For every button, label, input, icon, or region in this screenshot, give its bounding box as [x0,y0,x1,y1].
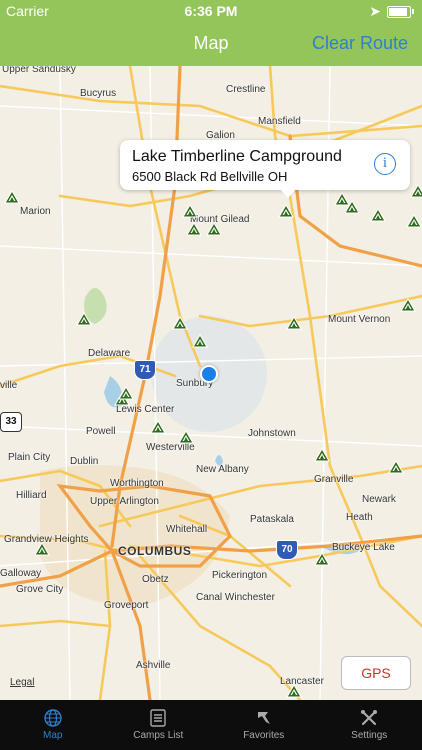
place-label: Pataskala [250,514,294,525]
tab-settings[interactable]: Settings [317,700,422,750]
user-location-dot [200,365,218,383]
place-label: ville [0,380,18,391]
place-label: Marion [20,206,51,217]
favorites-icon [257,712,270,724]
tab-map[interactable]: Map [0,700,106,750]
campground-marker-icon[interactable] [400,298,416,312]
place-label: Heath [346,512,373,523]
legal-link[interactable]: Legal [10,677,34,688]
callout-pointer [280,189,296,198]
campground-marker-icon[interactable] [206,222,222,236]
place-label: Plain City [8,452,51,463]
campground-marker-icon[interactable] [286,316,302,330]
interstate-shield-71: 71 [134,360,156,380]
campground-marker-icon[interactable] [186,222,202,236]
place-label: New Albany [196,464,249,475]
place-label: Ashville [136,660,171,671]
place-label: Dublin [70,456,99,467]
place-label: Worthington [110,478,164,489]
tab-label: Camps List [133,730,184,741]
place-label: Obetz [142,574,169,585]
campground-marker-icon[interactable] [150,420,166,434]
campground-marker-icon[interactable] [34,542,50,556]
place-label: Upper Arlington [90,496,159,507]
status-time: 6:36 PM [184,3,238,19]
tab-camps-list[interactable]: Camps List [106,700,212,750]
place-label: COLUMBUS [118,544,192,558]
place-label: Buckeye Lake [332,542,395,553]
campground-marker-icon[interactable] [76,312,92,326]
place-label: Upper Sandusky [2,66,76,75]
tab-label: Favorites [243,730,285,741]
place-label: Bucyrus [80,88,117,99]
us-route-shield-33: 33 [0,412,22,432]
campground-marker-icon[interactable] [118,386,134,400]
place-label: Galloway [0,568,42,579]
map-view[interactable]: Upper Sandusky Bucyrus Crestline Mansfie… [0,66,422,700]
place-label: Crestline [226,84,266,95]
campground-marker-icon[interactable] [388,460,404,474]
status-right: ➤ [369,3,414,20]
campground-marker-icon[interactable] [286,684,302,698]
place-label: Groveport [104,600,149,611]
status-bar: Carrier 6:36 PM ➤ [0,0,422,22]
place-label: Pickerington [212,570,268,581]
place-label: Mount Vernon [328,314,391,325]
campground-marker-icon[interactable] [314,552,330,566]
tab-label: Settings [351,730,388,741]
place-label: Johnstown [248,428,296,439]
info-icon[interactable]: i [374,153,396,175]
place-label: Whitehall [166,524,208,535]
tab-bar: Map Camps List Favorites Settings [0,700,422,750]
gps-button[interactable]: GPS [341,656,411,690]
interstate-shield-70: 70 [276,540,298,560]
tools-icon [361,710,378,726]
campground-marker-icon[interactable] [4,190,20,204]
place-label: Granville [314,474,354,485]
clear-route-button[interactable]: Clear Route [312,33,408,54]
place-label: Mansfield [258,116,301,127]
campground-marker-icon[interactable] [406,214,422,228]
list-icon [150,709,166,727]
callout-address: 6500 Black Rd Bellville OH [132,169,288,184]
place-label: Canal Winchester [196,592,275,603]
campground-callout[interactable]: Lake Timberline Campground 6500 Black Rd… [120,140,410,190]
nav-bar: Map Clear Route [0,22,422,66]
shield-number: 71 [139,364,151,375]
campground-marker-icon[interactable] [410,184,422,198]
place-label: Grove City [16,584,64,595]
place-label: Newark [362,494,396,505]
campground-marker-icon[interactable] [178,430,194,444]
tab-label: Map [43,730,63,741]
place-label: Hilliard [16,490,47,501]
campground-marker-icon[interactable] [344,200,360,214]
place-label: Powell [86,426,116,437]
campground-marker-icon[interactable] [172,316,188,330]
globe-icon [44,709,62,727]
shield-number: 33 [5,416,17,427]
shield-number: 70 [281,544,293,555]
place-label: Delaware [88,348,131,359]
battery-icon [387,5,411,18]
campground-marker-icon[interactable] [192,334,208,348]
campground-marker-icon[interactable] [278,204,294,218]
campground-marker-icon[interactable] [370,208,386,222]
campground-marker-icon[interactable] [182,204,198,218]
location-arrow-icon: ➤ [369,3,381,19]
callout-title: Lake Timberline Campground [132,148,342,165]
tab-favorites[interactable]: Favorites [211,700,317,750]
campground-marker-icon[interactable] [314,448,330,462]
battery-tip [412,9,414,14]
